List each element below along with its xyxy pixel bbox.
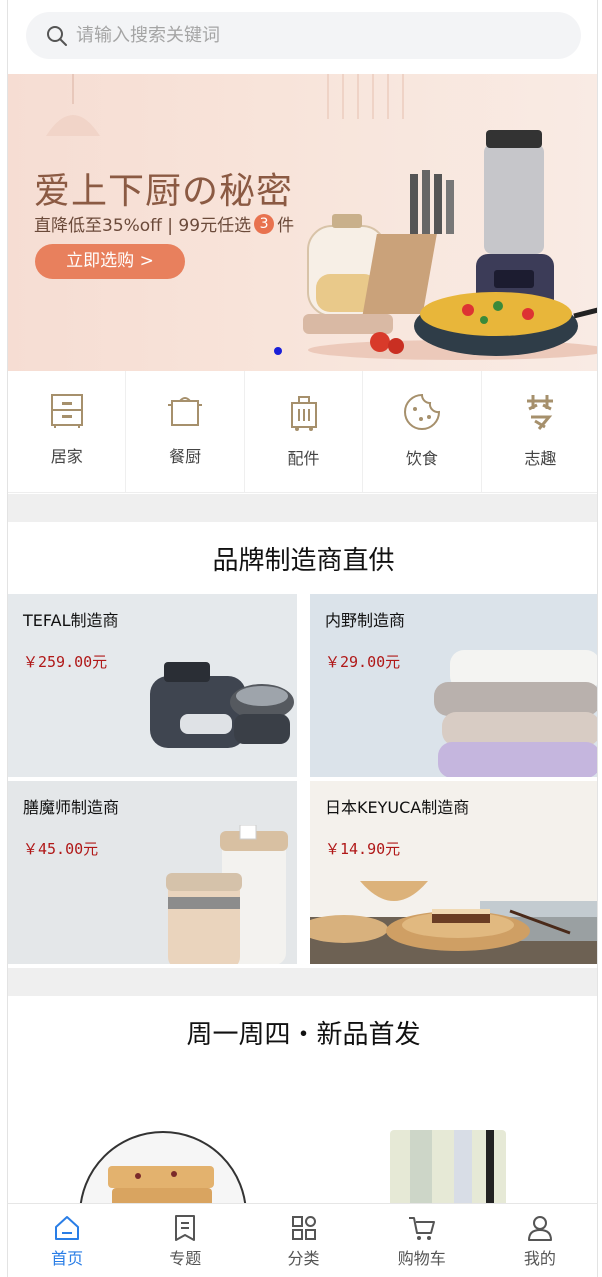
promo-banner[interactable]: 爱上下厨の秘密 直降低至35%off | 99元任选 3 件 立即选购 > bbox=[8, 74, 597, 371]
towels-image bbox=[434, 650, 597, 777]
banner-title: 爱上下厨の秘密 bbox=[34, 171, 294, 212]
luggage-icon bbox=[290, 396, 317, 431]
tab-category[interactable]: 分类 bbox=[244, 1204, 362, 1277]
brand-card-keyuca[interactable]: 日本KEYUCA制造商 ￥14.90元 bbox=[310, 781, 597, 964]
search-input[interactable] bbox=[76, 25, 516, 46]
banner-subtitle-text: 直降低至35%off | 99元任选 bbox=[34, 216, 252, 236]
brand-price: ￥14.90元 bbox=[325, 840, 401, 858]
cookie-icon bbox=[403, 393, 440, 430]
search-icon bbox=[47, 25, 67, 46]
tab-label: 分类 bbox=[287, 1249, 320, 1268]
tab-label: 专题 bbox=[169, 1249, 202, 1268]
category-item-hobby[interactable]: 志趣 bbox=[482, 371, 597, 492]
new-product-notebook-image[interactable] bbox=[390, 1130, 508, 1210]
category-item-home[interactable]: 居家 bbox=[8, 371, 127, 492]
brand-name: 膳魔师制造商 bbox=[23, 798, 120, 817]
tab-label: 我的 bbox=[523, 1249, 556, 1268]
pot-icon bbox=[168, 397, 203, 426]
carousel-indicator[interactable] bbox=[274, 347, 282, 355]
category-item-accessories[interactable]: 配件 bbox=[245, 371, 364, 492]
brand-name: TEFAL制造商 bbox=[23, 611, 119, 630]
section-divider bbox=[8, 968, 597, 996]
buy-now-button[interactable]: 立即选购 > bbox=[35, 244, 185, 279]
category-label: 志趣 bbox=[524, 449, 557, 468]
category-label: 配件 bbox=[287, 449, 320, 468]
category-label: 饮食 bbox=[405, 449, 438, 468]
banner-subtitle: 直降低至35%off | 99元任选 3 件 bbox=[34, 211, 294, 236]
category-nav: 居家 餐厨 配件 饮食 志趣 bbox=[8, 371, 597, 493]
home-icon bbox=[55, 1216, 80, 1240]
new-section-title: 周一周四・新品首发 bbox=[186, 1020, 421, 1050]
tab-label: 首页 bbox=[51, 1249, 84, 1268]
grid-icon bbox=[291, 1216, 316, 1240]
tab-home[interactable]: 首页 bbox=[8, 1204, 126, 1277]
search-box[interactable] bbox=[26, 12, 581, 59]
brand-name: 内野制造商 bbox=[325, 611, 406, 630]
toaster-image bbox=[150, 662, 294, 748]
brand-price: ￥29.00元 bbox=[325, 653, 401, 671]
brand-card-thermos[interactable]: 膳魔师制造商 ￥45.00元 bbox=[8, 781, 297, 964]
tab-profile[interactable]: 我的 bbox=[481, 1204, 597, 1277]
tab-cart[interactable]: 购物车 bbox=[363, 1204, 481, 1277]
search-bar bbox=[8, 0, 597, 74]
category-item-food[interactable]: 饮食 bbox=[363, 371, 482, 492]
section-divider bbox=[8, 494, 597, 522]
tab-label: 购物车 bbox=[397, 1249, 446, 1268]
brand-price: ￥259.00元 bbox=[23, 653, 108, 671]
brand-price: ￥45.00元 bbox=[23, 840, 99, 858]
bottom-tab-bar: 首页 专题 分类 购物车 我的 bbox=[8, 1203, 597, 1277]
tumblers-image bbox=[166, 825, 288, 964]
app-frame: 爱上下厨の秘密 直降低至35%off | 99元任选 3 件 立即选购 > bbox=[7, 0, 598, 1277]
cabinet-icon bbox=[50, 394, 83, 428]
category-item-kitchen[interactable]: 餐厨 bbox=[126, 371, 245, 492]
user-icon bbox=[527, 1216, 552, 1241]
brand-name: 日本KEYUCA制造商 bbox=[325, 798, 470, 817]
category-label: 居家 bbox=[50, 447, 83, 466]
bookmark-icon bbox=[175, 1215, 196, 1241]
lamp-illustration bbox=[46, 74, 100, 136]
cart-icon bbox=[408, 1217, 435, 1240]
banner-count-badge: 3 bbox=[254, 213, 275, 234]
tab-topics[interactable]: 专题 bbox=[126, 1204, 244, 1277]
category-label: 餐厨 bbox=[169, 447, 202, 466]
brand-card-uchino[interactable]: 内野制造商 ￥29.00元 bbox=[310, 594, 597, 777]
brand-section-title: 品牌制造商直供 bbox=[212, 546, 395, 576]
kitchen-products-illustration bbox=[303, 130, 597, 360]
brand-card-tefal[interactable]: TEFAL制造商 ￥259.00元 bbox=[8, 594, 297, 777]
wooden-dishes-image bbox=[310, 881, 597, 964]
hobby-icon bbox=[527, 395, 554, 430]
new-product-plate-image[interactable] bbox=[78, 1130, 248, 1210]
